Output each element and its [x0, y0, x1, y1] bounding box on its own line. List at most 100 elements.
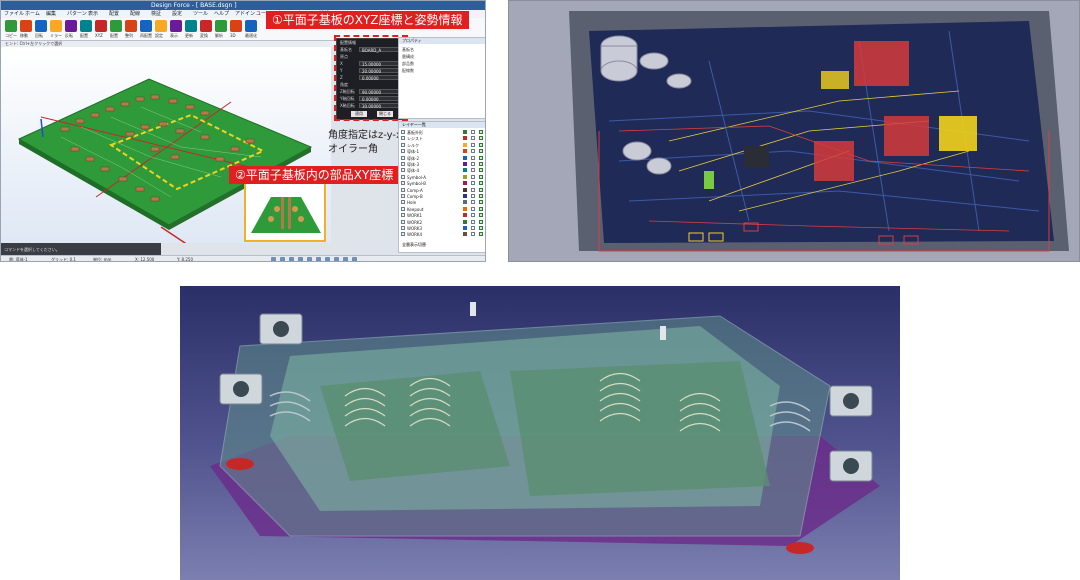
menu-item-1[interactable]: ホーム	[25, 10, 40, 18]
ribbon-button-1[interactable]	[20, 20, 32, 32]
layer-visible-checkbox[interactable]	[401, 226, 405, 230]
layer-visible-checkbox[interactable]	[401, 181, 405, 186]
layer-select-checkbox[interactable]	[471, 155, 475, 160]
layer-visible-checkbox[interactable]	[401, 206, 405, 211]
status-tool-icon[interactable]	[343, 257, 348, 261]
layer-color-swatch[interactable]	[463, 136, 467, 141]
layer-color-swatch[interactable]	[463, 162, 467, 166]
status-tool-icon[interactable]	[352, 257, 357, 261]
layer-lock-checkbox[interactable]	[479, 181, 483, 186]
layer-row[interactable]: Symbol-B	[401, 181, 485, 186]
status-tool-icon[interactable]	[280, 257, 285, 261]
layer-color-swatch[interactable]	[463, 168, 467, 173]
layer-select-checkbox[interactable]	[471, 149, 475, 154]
ribbon-button-3[interactable]	[50, 20, 62, 32]
ribbon-button-9[interactable]	[140, 20, 152, 32]
status-tool-icon[interactable]	[307, 257, 312, 261]
layer-visible-checkbox[interactable]	[401, 168, 405, 173]
layer-select-checkbox[interactable]	[471, 219, 475, 224]
layer-select-checkbox[interactable]	[471, 181, 475, 186]
layer-row[interactable]: Hole	[401, 200, 485, 205]
layer-color-swatch[interactable]	[463, 155, 467, 160]
layer-lock-checkbox[interactable]	[479, 206, 483, 211]
layer-lock-checkbox[interactable]	[479, 162, 483, 166]
layer-color-swatch[interactable]	[463, 174, 467, 179]
layer-row[interactable]: Comp-A	[401, 187, 485, 193]
layer-lock-checkbox[interactable]	[479, 168, 483, 173]
layer-visible-checkbox[interactable]	[401, 194, 405, 198]
menu-item-7[interactable]: 検証	[151, 10, 161, 18]
layer-select-checkbox[interactable]	[471, 232, 475, 237]
ribbon-button-13[interactable]	[200, 20, 212, 32]
layer-select-checkbox[interactable]	[471, 174, 475, 179]
layer-visible-checkbox[interactable]	[401, 149, 405, 154]
layer-lock-checkbox[interactable]	[479, 194, 483, 198]
layer-visible-checkbox[interactable]	[401, 213, 405, 218]
menu-item-4[interactable]: 表示	[88, 10, 98, 18]
status-tool-icon[interactable]	[325, 257, 330, 261]
menu-item-6[interactable]: 配線	[130, 10, 140, 18]
layer-row[interactable]: 導体-3	[401, 162, 485, 167]
layer-lock-checkbox[interactable]	[479, 213, 483, 218]
layer-lock-checkbox[interactable]	[479, 219, 483, 224]
layer-select-checkbox[interactable]	[471, 168, 475, 173]
layer-row[interactable]: 導体-4	[401, 168, 485, 173]
layer-lock-checkbox[interactable]	[479, 130, 483, 134]
3d-viewport[interactable]	[1, 47, 331, 248]
layer-select-checkbox[interactable]	[471, 226, 475, 230]
layer-visible-checkbox[interactable]	[401, 187, 405, 192]
status-tool-icon[interactable]	[334, 257, 339, 261]
layer-select-checkbox[interactable]	[471, 194, 475, 198]
layer-row[interactable]: Comp-B	[401, 194, 485, 199]
layer-row[interactable]: シルク	[401, 142, 485, 148]
ribbon-button-15[interactable]	[230, 20, 242, 32]
layer-color-swatch[interactable]	[463, 213, 467, 218]
layer-select-checkbox[interactable]	[471, 206, 475, 211]
menu-item-2[interactable]: 編集	[46, 10, 56, 18]
layer-row[interactable]: 基板外形	[401, 130, 485, 135]
layer-visible-checkbox[interactable]	[401, 130, 405, 134]
layer-color-swatch[interactable]	[463, 206, 467, 211]
status-tool-icon[interactable]	[316, 257, 321, 261]
layer-color-swatch[interactable]	[463, 232, 467, 237]
menu-item-10[interactable]: ヘルプ	[214, 10, 229, 18]
layer-select-checkbox[interactable]	[471, 142, 475, 147]
layer-select-checkbox[interactable]	[471, 130, 475, 134]
status-tool-icon[interactable]	[298, 257, 303, 261]
layer-visible-checkbox[interactable]	[401, 219, 405, 224]
layer-color-swatch[interactable]	[463, 187, 467, 192]
layer-color-swatch[interactable]	[463, 181, 467, 186]
layer-row[interactable]: WORK3	[401, 226, 485, 231]
menu-item-8[interactable]: 設定	[172, 10, 182, 18]
layer-row[interactable]: WORK4	[401, 232, 485, 237]
ribbon-button-6[interactable]	[95, 20, 107, 32]
status-tool-icon[interactable]	[271, 257, 276, 261]
menu-item-0[interactable]: ファイル	[4, 10, 24, 18]
layer-select-checkbox[interactable]	[471, 136, 475, 141]
layer-color-swatch[interactable]	[463, 149, 467, 154]
layer-lock-checkbox[interactable]	[479, 226, 483, 230]
layer-row[interactable]: WORK1	[401, 213, 485, 218]
layer-lock-checkbox[interactable]	[479, 155, 483, 160]
ribbon-button-16[interactable]	[245, 20, 257, 32]
layer-color-swatch[interactable]	[463, 142, 467, 147]
layer-row[interactable]: Keepout	[401, 206, 485, 212]
menu-item-3[interactable]: パターン	[67, 10, 87, 18]
layer-lock-checkbox[interactable]	[479, 149, 483, 154]
menu-item-9[interactable]: ツール	[193, 10, 208, 18]
layer-lock-checkbox[interactable]	[479, 136, 483, 141]
layer-color-swatch[interactable]	[463, 194, 467, 198]
layer-visible-checkbox[interactable]	[401, 142, 405, 147]
menu-item-11[interactable]: アドイン	[235, 10, 255, 18]
layer-lock-checkbox[interactable]	[479, 200, 483, 205]
layer-panel-footer[interactable]: 全層表示切替	[402, 242, 426, 248]
layer-row[interactable]: WORK2	[401, 219, 485, 225]
layer-color-swatch[interactable]	[463, 219, 467, 224]
ribbon-button-2[interactable]	[35, 20, 47, 32]
layer-row[interactable]: 導体-2	[401, 155, 485, 161]
layer-row[interactable]: レジスト	[401, 136, 485, 141]
status-tool-icon[interactable]	[289, 257, 294, 261]
layer-visible-checkbox[interactable]	[401, 136, 405, 141]
layer-lock-checkbox[interactable]	[479, 232, 483, 237]
layer-row[interactable]: 導体-1	[401, 149, 485, 154]
